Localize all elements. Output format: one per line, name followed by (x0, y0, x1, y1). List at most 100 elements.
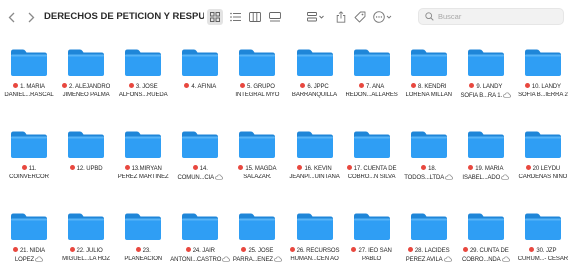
folder-item[interactable]: 29. CUNTA DE COBRO...NDA (455, 198, 517, 278)
folder-name-text: 4. AFINIA (191, 84, 217, 90)
gallery-view-button[interactable] (267, 9, 283, 25)
folder-label-line: 17. CUENTA DE (339, 165, 405, 174)
folder-name-text: 9. LANDY (476, 84, 503, 90)
folder-name-text: 1. MARIA (20, 84, 45, 90)
folder-icon (125, 213, 162, 240)
folder-name-text: 23. (142, 248, 151, 254)
icloud-download-icon[interactable] (35, 256, 44, 262)
folder-item[interactable]: 5. GRUPO INTEGRAL MYO (226, 34, 288, 114)
folder-icon (467, 131, 504, 158)
share-button[interactable] (333, 9, 349, 25)
icon-view-icon (210, 12, 220, 22)
folder-label-line: 29. CUNTA DE (453, 247, 519, 256)
folder-name-text: 27. IEO SAN (358, 248, 392, 254)
folder-item[interactable]: 30. JZP CURUM...- CESAR (512, 198, 571, 278)
folder-label-line: COMUN...CIA (167, 174, 233, 183)
folder-label-line: BARRANQUILLA (282, 92, 348, 100)
folder-name-text: 7. ANA (366, 84, 385, 90)
folder-item[interactable]: 18. TODOS...LTDA (398, 116, 460, 196)
folder-item[interactable]: 3. JOSE ALFONS...RUEDA (112, 34, 174, 114)
folder-label: 10. LANDY SOFIA B...IERRA 2 (510, 83, 571, 99)
icloud-download-icon[interactable] (443, 256, 452, 262)
folder-item[interactable]: 21. NIDIA LOPEZ (0, 198, 60, 278)
red-tag-dot (62, 83, 68, 88)
list-view-button[interactable] (227, 9, 243, 25)
folder-icon (467, 49, 504, 76)
tag-button[interactable] (352, 9, 368, 25)
back-button[interactable] (4, 8, 18, 26)
folder-icon (11, 213, 47, 240)
folder-label-line: 7. ANA (339, 83, 405, 92)
folder-name-text: 18. (428, 166, 437, 172)
folder-name-text: LOPEZ (14, 256, 35, 263)
more-actions-button[interactable] (372, 9, 394, 25)
more-icon (373, 11, 392, 23)
icon-view-button[interactable] (207, 9, 223, 25)
folder-icon (239, 131, 276, 158)
folder-label: 27. IEO SAN PABLO (339, 247, 405, 263)
folder-name-text: CURUM...- CESAR (517, 255, 568, 262)
folder-item[interactable]: 9. LANDY SOFIA B...RA 1. (455, 34, 517, 114)
folder-label-line: 3. JOSE (110, 83, 176, 92)
folder-item[interactable]: 28. LACIDES PEREZ AVILA (398, 198, 460, 278)
folder-label-line: 14. (167, 165, 233, 174)
search-icon (424, 12, 434, 22)
icloud-download-icon[interactable] (501, 174, 510, 180)
folder-label: 17. CUENTA DE COBRO...N SILVA (339, 165, 405, 181)
folder-name-text: ANTONI...CASTRO (170, 256, 222, 263)
chevron-left-icon (8, 12, 14, 22)
red-tag-dot (525, 165, 531, 170)
red-tag-dot (529, 247, 535, 252)
folder-label-line: INTEGRAL MYO (224, 92, 290, 100)
folder-item[interactable]: 13.MIRYAN PEREZ MARTINEZ (112, 116, 174, 196)
folder-item[interactable]: 12. UPBD (55, 116, 117, 196)
folder-item[interactable]: 15. MAGDA SALAZAR. (226, 116, 288, 196)
folder-label: 28. LACIDES PEREZ AVILA (396, 247, 462, 264)
folder-name-text: INTEGRAL MYO (235, 91, 280, 98)
folder-item[interactable]: 24. JAIR ANTONI...CASTRO (169, 198, 231, 278)
icloud-download-icon[interactable] (501, 256, 510, 262)
icloud-download-icon[interactable] (215, 174, 224, 180)
folder-label-line: MIGUEL...LA HOZ (53, 256, 119, 264)
folder-icon (467, 213, 504, 240)
folder-label-line: 5. GRUPO (224, 83, 290, 92)
folder-label-line: CURUM...- CESAR (510, 256, 571, 264)
folder-item[interactable]: 25. JOSE PARRA...ENEZ (226, 198, 288, 278)
folder-item[interactable]: 6. JPPC BARRANQUILLA (284, 34, 346, 114)
search-input[interactable] (438, 12, 548, 21)
search-field[interactable] (418, 8, 564, 25)
folder-icon (410, 213, 447, 240)
forward-button[interactable] (24, 8, 38, 26)
folder-item[interactable]: 20 LEYDU CARDENAS NIÑO (512, 116, 571, 196)
folder-label-line: PLANEACION (110, 256, 176, 264)
folder-label-line: JEANPI...UINTANA (282, 174, 348, 182)
folder-name-text: ISABEL...ADO (462, 174, 501, 181)
folder-item[interactable]: 16. KEVIN JEANPI...UINTANA (284, 116, 346, 196)
folder-item[interactable]: 22. JULIO MIGUEL...LA HOZ (55, 198, 117, 278)
folder-item[interactable]: 4. AFINIA (169, 34, 231, 114)
folder-label: 5. GRUPO INTEGRAL MYO (224, 83, 290, 99)
folder-item[interactable]: 14. COMUN...CIA (169, 116, 231, 196)
folder-name-text: PEREZ MARTINEZ (117, 173, 169, 180)
folder-item[interactable]: 10. LANDY SOFIA B...IERRA 2 (512, 34, 571, 114)
group-by-button[interactable] (305, 9, 327, 25)
folder-item[interactable]: 17. CUENTA DE COBRO...N SILVA (341, 116, 403, 196)
folder-name-text: HUMAN...CEN AO (290, 255, 339, 262)
red-tag-dot (407, 247, 413, 252)
folder-item[interactable]: 23. PLANEACION (112, 198, 174, 278)
folder-name-text: BARRANQUILLA (291, 91, 338, 98)
folder-item[interactable]: 19. MARIA ISABEL...ADO (455, 116, 517, 196)
folder-item[interactable]: 8. KENDRI LORENA MILLAN (398, 34, 460, 114)
folder-item[interactable]: 7. ANA REDON...ALLARES (341, 34, 403, 114)
folder-item[interactable]: 26. RECURSOS HUMAN...CEN AO (284, 198, 346, 278)
folder-label-line: 22. JULIO (53, 247, 119, 256)
folder-label-line: 8. KENDRI (396, 83, 462, 92)
folder-item[interactable]: 2. ALEJANDRO JIMENEO PALMA (55, 34, 117, 114)
folder-item[interactable]: 1. MARIA DANIEL...RASCAL (0, 34, 60, 114)
folder-icon (296, 131, 333, 158)
column-view-button[interactable] (247, 9, 263, 25)
toolbar: DERECHOS DE PETICION Y RESPUESTAS... (0, 0, 571, 34)
folder-name-text: PARRA...ENEZ (232, 256, 273, 263)
folder-item[interactable]: 11. COINVERCOR (0, 116, 60, 196)
folder-item[interactable]: 27. IEO SAN PABLO (341, 198, 403, 278)
